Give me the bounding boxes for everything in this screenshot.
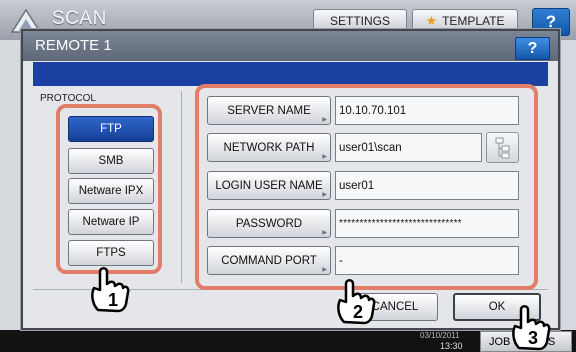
- ok-label: OK: [488, 301, 506, 313]
- callout-number-1: 1: [108, 290, 118, 310]
- time-display: 13:30: [440, 341, 463, 351]
- settings-label: SETTINGS: [329, 14, 390, 28]
- callout-hand-icon-2: 2: [337, 279, 376, 325]
- callout-number-2: 2: [353, 302, 363, 322]
- callout-hand-icon-1: 1: [91, 267, 130, 313]
- protocol-label: PROTOCOL: [40, 93, 96, 104]
- template-label: TEMPLATE: [442, 14, 505, 28]
- callout-number-3: 3: [528, 328, 538, 348]
- vertical-divider: [181, 91, 182, 283]
- settings-highlight: [195, 84, 538, 290]
- callout-hand-icon-3: 3: [512, 305, 551, 351]
- date-display: 03/10/2011: [420, 331, 460, 340]
- app-title: SCAN: [52, 8, 107, 29]
- dialog-title: REMOTE 1: [35, 37, 112, 54]
- star-icon: ★: [425, 13, 438, 28]
- dialog-help-button[interactable]: ?: [515, 37, 550, 60]
- protocol-highlight: [56, 104, 162, 274]
- dialog-help-label: ?: [527, 39, 538, 57]
- cancel-label: CANCEL: [371, 301, 419, 313]
- dialog-title-bar: REMOTE 1 ?: [23, 31, 558, 61]
- dialog-header-band: [33, 62, 548, 86]
